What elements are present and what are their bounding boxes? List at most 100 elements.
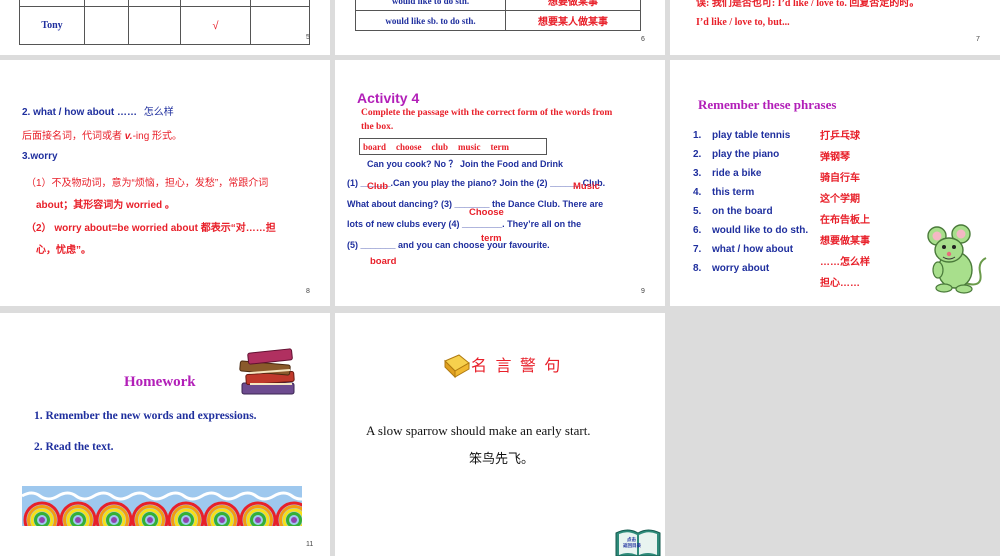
- phrase-item: 3. ride a bike: [693, 164, 808, 183]
- text: What about dancing? (3): [347, 199, 455, 209]
- box-word: club: [431, 141, 449, 152]
- page-number: 7: [976, 36, 980, 43]
- box-word: music: [458, 141, 481, 152]
- blank: _______: [360, 240, 396, 250]
- text: . They’re all on the: [502, 219, 582, 229]
- text-line: 误: 我们是否也可: I’d like / love to. 回复否定的时。: [696, 0, 920, 9]
- text: (1): [347, 178, 361, 188]
- text: (5): [347, 240, 361, 250]
- blank: ________: [462, 219, 503, 229]
- text-cn: 怎么样: [143, 107, 174, 118]
- page-number: 6: [641, 36, 645, 43]
- phrase-item: 4. this term: [693, 183, 808, 202]
- phrase-num: 4.: [693, 187, 702, 198]
- slide-10[interactable]: Remember these phrases 1. play table tenn…: [670, 60, 1000, 306]
- text-line: 2. what / how about …… 怎么样: [22, 103, 174, 118]
- phrase-cn: 这个学期: [820, 194, 860, 205]
- mouse-illustration: [927, 224, 987, 294]
- book-icon: [444, 354, 470, 379]
- text: 后面接名词，代词或者: [22, 131, 122, 142]
- answer-board: board: [370, 256, 397, 267]
- text: -ing 形式。: [132, 131, 183, 142]
- text-line: I’d like / love to, but...: [696, 17, 790, 28]
- box-word: term: [490, 141, 510, 152]
- phrase-cn: 打乒乓球: [820, 131, 860, 142]
- slide-title: 名 言 警 句: [471, 358, 563, 375]
- slide-7[interactable]: 误: 我们是否也可: I’d like / love to. 回复否定的时。 I…: [670, 0, 1000, 55]
- phrase-en: ride a bike: [712, 168, 762, 179]
- phrase-en: this term: [712, 187, 755, 198]
- answer-choose: Choose: [469, 207, 504, 218]
- instruction-line: the box.: [361, 122, 394, 132]
- text-line: 后面接名词，代词或者 v.-ing 形式。: [22, 127, 182, 142]
- open-book-icon: [615, 529, 661, 556]
- phrase-en: worry about: [712, 263, 770, 274]
- text-line: （2） worry about=be worried about 都表示“对………: [26, 223, 276, 234]
- phrase-num: 2.: [693, 149, 702, 160]
- phrase-item: 1. play table tennis: [693, 126, 808, 145]
- answer-music: Music: [573, 181, 600, 192]
- phrase-list: 1. play table tennis 2. play the piano 3. r…: [693, 126, 808, 278]
- text-line: （1）不及物动词，意为“烦恼，担心，发愁”，常跟介词: [26, 178, 269, 189]
- back-to-contents-button[interactable]: 点击 返回目录: [614, 525, 662, 556]
- slide-6[interactable]: would like to do sth. 想要做某事 would like s…: [335, 0, 665, 55]
- slide-9[interactable]: Activity 4 Complete the passage with the…: [335, 60, 665, 306]
- empty-slot: [670, 313, 1000, 556]
- box-word: choose: [396, 141, 422, 152]
- phrase-cn: 担心……: [820, 278, 860, 289]
- page-number: 9: [641, 288, 645, 295]
- book-label: 返回目录: [623, 543, 641, 548]
- passage-line: (5) _______ and you can choose your favo…: [347, 240, 550, 250]
- slide-11[interactable]: Homework 1. Remember the new words and e…: [0, 313, 330, 556]
- phrase-cn: ……怎么样: [820, 257, 870, 268]
- slide-8[interactable]: 2. what / how about …… 怎么样 后面接名词，代词或者 v.…: [0, 60, 330, 306]
- phrase-cn: 想要做某事: [820, 236, 870, 247]
- page-number: 8: [306, 288, 310, 295]
- rainbow-border: [22, 486, 302, 532]
- phrase-num: 1.: [693, 130, 702, 141]
- phrase-num: 6.: [693, 225, 702, 236]
- phrase-en: on the board: [712, 206, 773, 217]
- phrase-cn: 弹钢琴: [820, 152, 850, 163]
- page-number: 5: [306, 34, 310, 41]
- text: .Can you play the piano? Join the (2): [390, 178, 551, 188]
- phrase-item: 5. on the board: [693, 202, 808, 221]
- answer-term: term: [481, 233, 502, 244]
- phrase-en: would like to do sth.: [355, 0, 506, 11]
- row-name: Tony: [19, 6, 85, 45]
- slide-5[interactable]: Tony √ 5: [0, 0, 330, 55]
- quote-cn: 笨鸟先飞。: [469, 451, 535, 466]
- phrase-num: 5.: [693, 206, 702, 217]
- text-v: v.: [124, 131, 133, 142]
- text-en: 2. what / how about ……: [22, 107, 137, 118]
- word-box: board choose club music term: [359, 138, 547, 155]
- phrase-item: 7. what / how about: [693, 240, 808, 259]
- homework-title: Homework: [124, 374, 196, 390]
- phrase-item: 6. would like to do sth.: [693, 221, 808, 240]
- passage-line: Can you cook? No ？ Join the Food and Dri…: [367, 159, 564, 169]
- phrase-cn: 在布告板上: [820, 215, 870, 226]
- box-word: board: [363, 141, 387, 152]
- phrase-en: play table tennis: [712, 130, 791, 141]
- phrase-item: 8. worry about: [693, 259, 808, 278]
- phrase-num: 8.: [693, 263, 702, 274]
- phrase-cn: 骑自行车: [820, 173, 860, 184]
- homework-item: 2. Read the text.: [34, 441, 114, 453]
- passage-line: lots of new clubs every (4) ________. Th…: [347, 219, 581, 229]
- text: and you can choose your favourite.: [395, 240, 550, 250]
- text: lots of new clubs every (4): [347, 219, 463, 229]
- check-mark: √: [180, 6, 251, 45]
- text-line: 3.worry: [22, 151, 58, 162]
- text: the Dance Club. There are: [489, 199, 604, 209]
- text-line: about；其形容词为 worried 。: [36, 200, 175, 211]
- phrase-cn-list: 打乒乓球 弹钢琴 骑自行车 这个学期 在布告板上 想要做某事 ……怎么样 担心……: [820, 126, 870, 294]
- text-line: 心，忧虑”。: [36, 245, 91, 256]
- instruction-line: Complete the passage with the correct fo…: [361, 108, 613, 118]
- homework-item: 1. Remember the new words and expression…: [34, 410, 257, 422]
- phrase-en: play the piano: [712, 149, 780, 160]
- slide-title: Remember these phrases: [698, 97, 837, 112]
- slide-12[interactable]: 名 言 警 句 A slow sparrow should make an ea…: [335, 313, 665, 556]
- phrase-num: 7.: [693, 244, 702, 255]
- phrase-en: would like sb. to do sth.: [355, 10, 506, 31]
- page-number: 11: [306, 541, 314, 548]
